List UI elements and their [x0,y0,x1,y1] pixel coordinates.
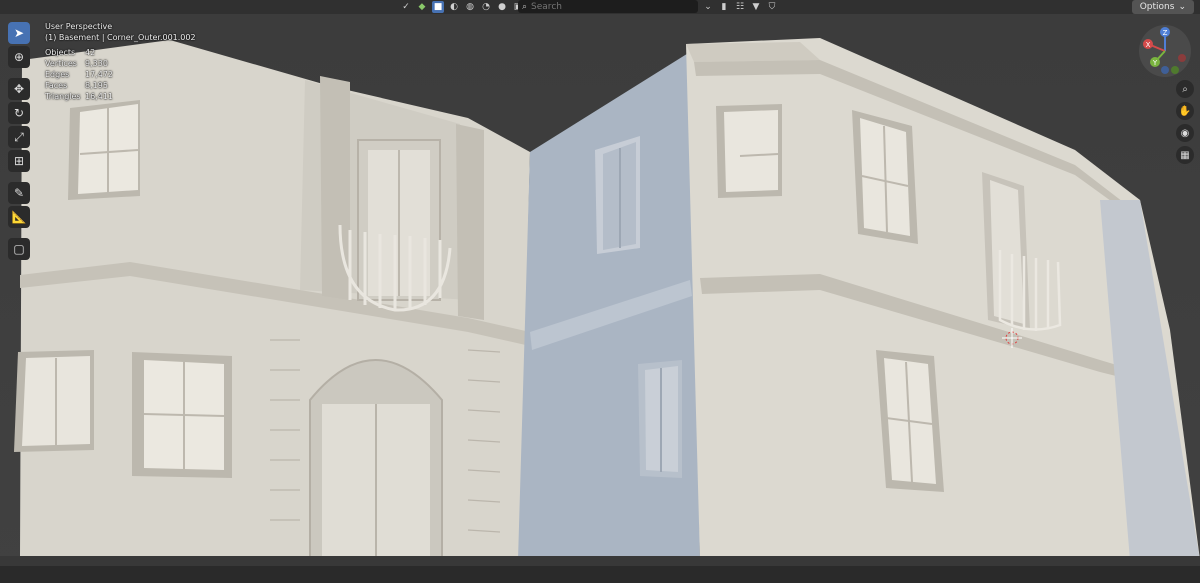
navigation-gizmo[interactable]: Z X Y [1138,24,1192,78]
light-icon[interactable]: ◔ [480,1,492,13]
options-label: Options [1139,2,1175,12]
checkmark-dropdown-icon[interactable]: ✓ [400,1,412,13]
grid-icon[interactable]: ▦ [1176,146,1194,164]
search-input[interactable] [531,1,682,12]
shield-icon[interactable]: ⛉ [766,1,778,13]
stat-row: Edges 17,472 [45,69,196,80]
sphere-icon[interactable]: ● [496,1,508,13]
search-icon: ⌕ [522,1,528,12]
zoom-icon[interactable]: ⌕ [1176,80,1194,98]
tool-shelf: ➤ ⊕ ✥ ↻ ⤢ ⊞ ✎ 📐 ▢ [6,20,32,262]
stat-value: 9,330 [85,59,108,68]
svg-text:X: X [1146,41,1151,49]
stat-row: Vertices 9,330 [45,58,196,69]
scene-statistics: Objects 42 Vertices 9,330 Edges 17,472 Face… [45,47,196,102]
move-icon[interactable]: ✥ [8,78,30,100]
stat-label: Edges [45,70,70,79]
status-bar [0,566,1200,583]
annotate-icon[interactable]: ✎ [8,182,30,204]
scale-icon[interactable]: ⤢ [8,126,30,148]
hierarchy-icon[interactable]: ☷ [734,1,746,13]
perspective-label: User Perspective [45,22,113,31]
stat-row: Triangles 16,411 [45,91,196,102]
rotate-icon[interactable]: ↻ [8,102,30,124]
svg-text:Y: Y [1152,59,1158,67]
cursor-icon[interactable]: ⊕ [8,46,30,68]
globe-icon[interactable]: ◍ [464,1,476,13]
search-field[interactable]: ⌕ [518,0,698,13]
svg-text:Z: Z [1163,29,1168,37]
stat-label: Faces [45,81,68,90]
viewport-info-overlay: User Perspective (1) Basement | Corner_O… [45,21,196,102]
chevron-down-icon: ⌄ [1178,2,1186,12]
stat-label: Triangles [45,92,81,101]
viewport-header: ✓ ◆ ■ ◐ ◍ ◔ ● ▣ ▦ ◫ ⌕ ⌄ ▮ ☷ ▼ ⛉ Options … [0,0,1200,14]
select-filter-icon[interactable]: ■ [432,1,444,13]
options-button[interactable]: Options ⌄ [1131,0,1194,14]
active-object-label: (1) Basement | Corner_Outer.001.002 [45,33,196,42]
select-box-icon[interactable]: ➤ [8,22,30,44]
stat-label: Vertices [45,59,77,68]
stat-row: Faces 8,195 [45,80,196,91]
hand-icon[interactable]: ✋ [1176,102,1194,120]
camera-icon[interactable]: ◉ [1176,124,1194,142]
bookmark-icon[interactable]: ▮ [718,1,730,13]
chevron-down-icon[interactable]: ⌄ [702,1,714,13]
measure-icon[interactable]: 📐 [8,206,30,228]
filter-controls: ⌄ ▮ ☷ ▼ ⛉ [702,0,778,14]
gizmo-toggle-icon[interactable]: ◆ [416,1,428,13]
filter-icon[interactable]: ▼ [750,1,762,13]
left-wing-model[interactable] [14,40,530,561]
transform-icon[interactable]: ⊞ [8,150,30,172]
stat-row: Objects 42 [45,47,196,58]
stat-value: 42 [85,48,96,57]
stat-label: Objects [45,48,76,57]
add-cube-icon[interactable]: ▢ [8,238,30,260]
stat-value: 8,195 [85,81,108,90]
stat-value: 17,472 [85,70,113,79]
stat-value: 16,411 [85,92,113,101]
shading-toggle-icon[interactable]: ◐ [448,1,460,13]
